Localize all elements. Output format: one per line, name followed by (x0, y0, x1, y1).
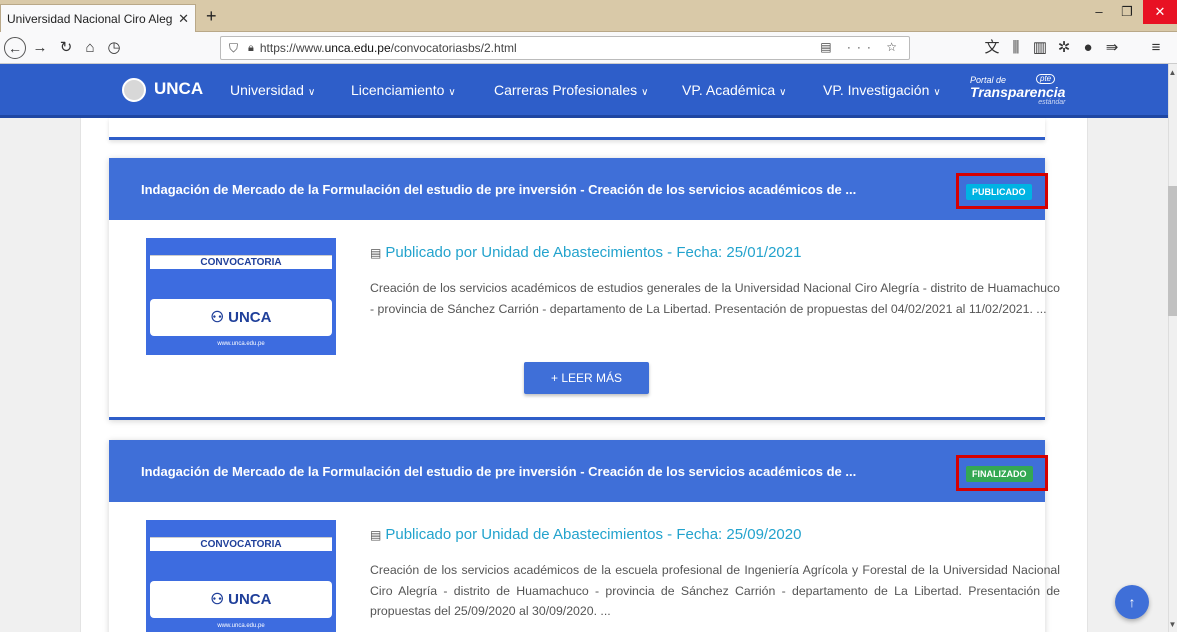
chevron-down-icon: ∨ (307, 87, 316, 98)
previous-card-bottom (109, 118, 1045, 140)
forward-icon[interactable]: → (30, 38, 50, 58)
restore-button[interactable]: ❐ (1112, 0, 1142, 24)
close-window-button[interactable]: ✕ (1143, 0, 1177, 24)
status-highlight: PUBLICADO (956, 173, 1048, 209)
chevron-down-icon: ∨ (933, 87, 941, 98)
sidebar-icon[interactable]: ▥ (1030, 38, 1050, 58)
card-header: Indagación de Mercado de la Formulación … (109, 440, 1048, 502)
transparency-portal-link[interactable]: Portal de pte Transparencia estándar (970, 74, 1065, 106)
unca-logo-icon: ⚇ (210, 309, 229, 326)
page-scrollbar[interactable] (1168, 64, 1177, 632)
url-bar[interactable]: ⛉ 🔒︎ https://www.unca.edu.pe/convocatori… (220, 36, 910, 60)
scroll-to-top-button[interactable]: ↑ (1115, 585, 1149, 619)
chevron-down-icon: ∨ (641, 87, 649, 98)
page-content: Indagación de Mercado de la Formulación … (80, 118, 1088, 632)
history-icon[interactable]: ◷ (104, 38, 124, 58)
menu-universidad[interactable]: Universidad ∨ (230, 82, 315, 98)
post-meta: ▤ Publicado por Unidad de Abastecimientos… (370, 244, 802, 261)
close-tab-icon[interactable]: ✕ (178, 11, 189, 27)
convocatoria-card: Indagación de Mercado de la Formulación … (109, 158, 1060, 420)
site-logo[interactable]: UNCA (154, 79, 203, 99)
extension-arrow-icon[interactable]: ⇛ (1102, 38, 1122, 58)
convocatoria-thumbnail[interactable]: CONVOCATORIA ⚇ UNCA www.unca.edu.pe (146, 520, 336, 632)
card-header: Indagación de Mercado de la Formulación … (109, 158, 1048, 220)
card-title[interactable]: Indagación de Mercado de la Formulación … (141, 464, 856, 479)
chevron-down-icon: ∨ (448, 87, 456, 98)
menu-carreras[interactable]: Carreras Profesionales ∨ (494, 82, 649, 98)
home-icon[interactable]: ⌂ (80, 38, 100, 58)
back-icon[interactable]: ← (4, 37, 26, 59)
browser-tab-bar: Universidad Nacional Ciro Alegría ✕ + – … (0, 0, 1177, 32)
extension-gear-icon[interactable]: ✲ (1054, 38, 1074, 58)
convocatoria-thumbnail[interactable]: CONVOCATORIA ⚇ UNCA www.unca.edu.pe (146, 238, 336, 355)
status-highlight: FINALIZADO (956, 455, 1048, 491)
status-badge: FINALIZADO (966, 466, 1033, 482)
shield-icon[interactable]: ⛉ (229, 41, 238, 56)
unca-logo-icon: ⚇ (210, 591, 229, 608)
newspaper-icon: ▤ (370, 246, 382, 260)
scrollbar-thumb[interactable] (1168, 186, 1177, 316)
chevron-down-icon: ∨ (779, 87, 787, 98)
menu-vp-investigacion[interactable]: VP. Investigación ∨ (823, 82, 941, 98)
reload-icon[interactable]: ↻ (56, 38, 76, 58)
scroll-up-icon[interactable]: ▲ (1168, 68, 1177, 77)
new-tab-button[interactable]: + (206, 6, 217, 27)
library-icon[interactable]: ⫼ (1006, 38, 1026, 58)
post-meta: ▤ Publicado por Unidad de Abastecimientos… (370, 526, 802, 543)
scroll-down-icon[interactable]: ▼ (1168, 620, 1177, 629)
newspaper-icon: ▤ (370, 528, 382, 542)
menu-licenciamiento[interactable]: Licenciamiento ∨ (351, 82, 456, 98)
browser-tab[interactable]: Universidad Nacional Ciro Alegría ✕ (0, 4, 196, 32)
convocatoria-card: Indagación de Mercado de la Formulación … (109, 440, 1060, 632)
site-header: UNCA Universidad ∨ Licenciamiento ∨ Carrer… (0, 64, 1168, 118)
tab-title: Universidad Nacional Ciro Alegría (7, 11, 173, 26)
logo-portrait-icon[interactable] (122, 78, 146, 102)
minimize-button[interactable]: – (1084, 0, 1114, 24)
status-badge: PUBLICADO (966, 184, 1032, 200)
browser-nav-bar: ← → ↻ ⌂ ◷ ⛉ 🔒︎ https://www.unca.edu.pe/c… (0, 32, 1177, 64)
menu-icon[interactable]: ≡ (1146, 38, 1166, 58)
card-title[interactable]: Indagación de Mercado de la Formulación … (141, 182, 856, 197)
page-actions-icon[interactable]: ▤ ··· ☆ (820, 40, 903, 54)
post-excerpt: Creación de los servicios académicos de … (370, 281, 1060, 316)
arrow-up-icon: ↑ (1128, 594, 1136, 610)
extension-globe-icon[interactable]: ● (1078, 38, 1098, 58)
lock-icon[interactable]: 🔒︎ (248, 42, 254, 55)
menu-vp-academica[interactable]: VP. Académica ∨ (682, 82, 786, 98)
read-more-button[interactable]: + LEER MÁS (524, 362, 649, 394)
translate-icon[interactable]: 文 (982, 38, 1002, 58)
post-excerpt: Creación de los servicios académicos de … (370, 563, 1060, 618)
url-text[interactable]: https://www.unca.edu.pe/convocatoriasbs/… (260, 41, 517, 55)
